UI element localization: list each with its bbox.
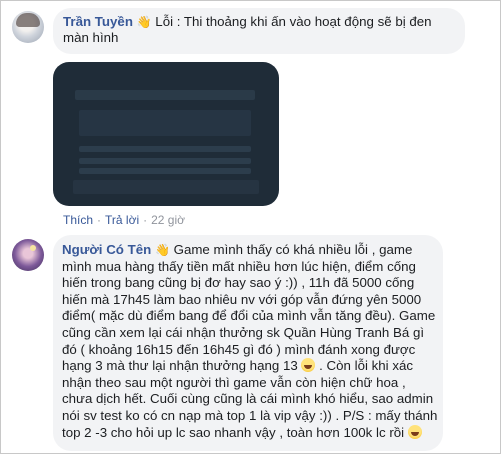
waving-hand-icon: 👋 (136, 15, 152, 29)
waving-hand-icon: 👋 (154, 243, 170, 257)
comment-timestamp[interactable]: 22 giờ (151, 213, 185, 227)
comment-body-part-1: Game mình thấy có khá nhiều lỗi , game m… (62, 242, 436, 374)
comment-text: Trần Tuyền 👋 Lỗi : Thi thoảng khi ấn vào… (63, 14, 459, 46)
comment-text: Người Có Tên 👋 Game mình thấy có khá nhi… (62, 242, 438, 441)
comment-image-attachment[interactable] (53, 62, 279, 206)
like-link[interactable]: Thích (63, 213, 93, 227)
comment-author[interactable]: Trần Tuyền (63, 14, 133, 29)
avatar[interactable] (12, 11, 44, 43)
reply-link[interactable]: Trả lời (105, 213, 139, 227)
comment-thread: Trần Tuyền 👋 Lỗi : Thi thoảng khi ấn vào… (0, 0, 501, 454)
screenshot-panel (73, 180, 259, 194)
grinning-sweat-emoji-icon (407, 424, 422, 439)
grinning-sweat-emoji-icon (301, 358, 316, 373)
screenshot-row (79, 168, 251, 174)
separator: · (143, 213, 148, 227)
comment-bubble: Người Có Tên 👋 Game mình thấy có khá nhi… (53, 235, 443, 451)
avatar[interactable] (12, 239, 44, 271)
screenshot-panel (75, 90, 255, 100)
screenshot-row (79, 146, 251, 152)
comment-actions: Thích · Trả lời · 22 giờ (63, 213, 185, 227)
comment-bubble: Trần Tuyền 👋 Lỗi : Thi thoảng khi ấn vào… (53, 8, 465, 54)
comment-author[interactable]: Người Có Tên (62, 242, 151, 257)
avatar-decoration (30, 245, 36, 251)
avatar-hair (16, 13, 40, 27)
separator: · (97, 213, 102, 227)
screenshot-panel (79, 110, 251, 136)
screenshot-row (79, 158, 251, 164)
